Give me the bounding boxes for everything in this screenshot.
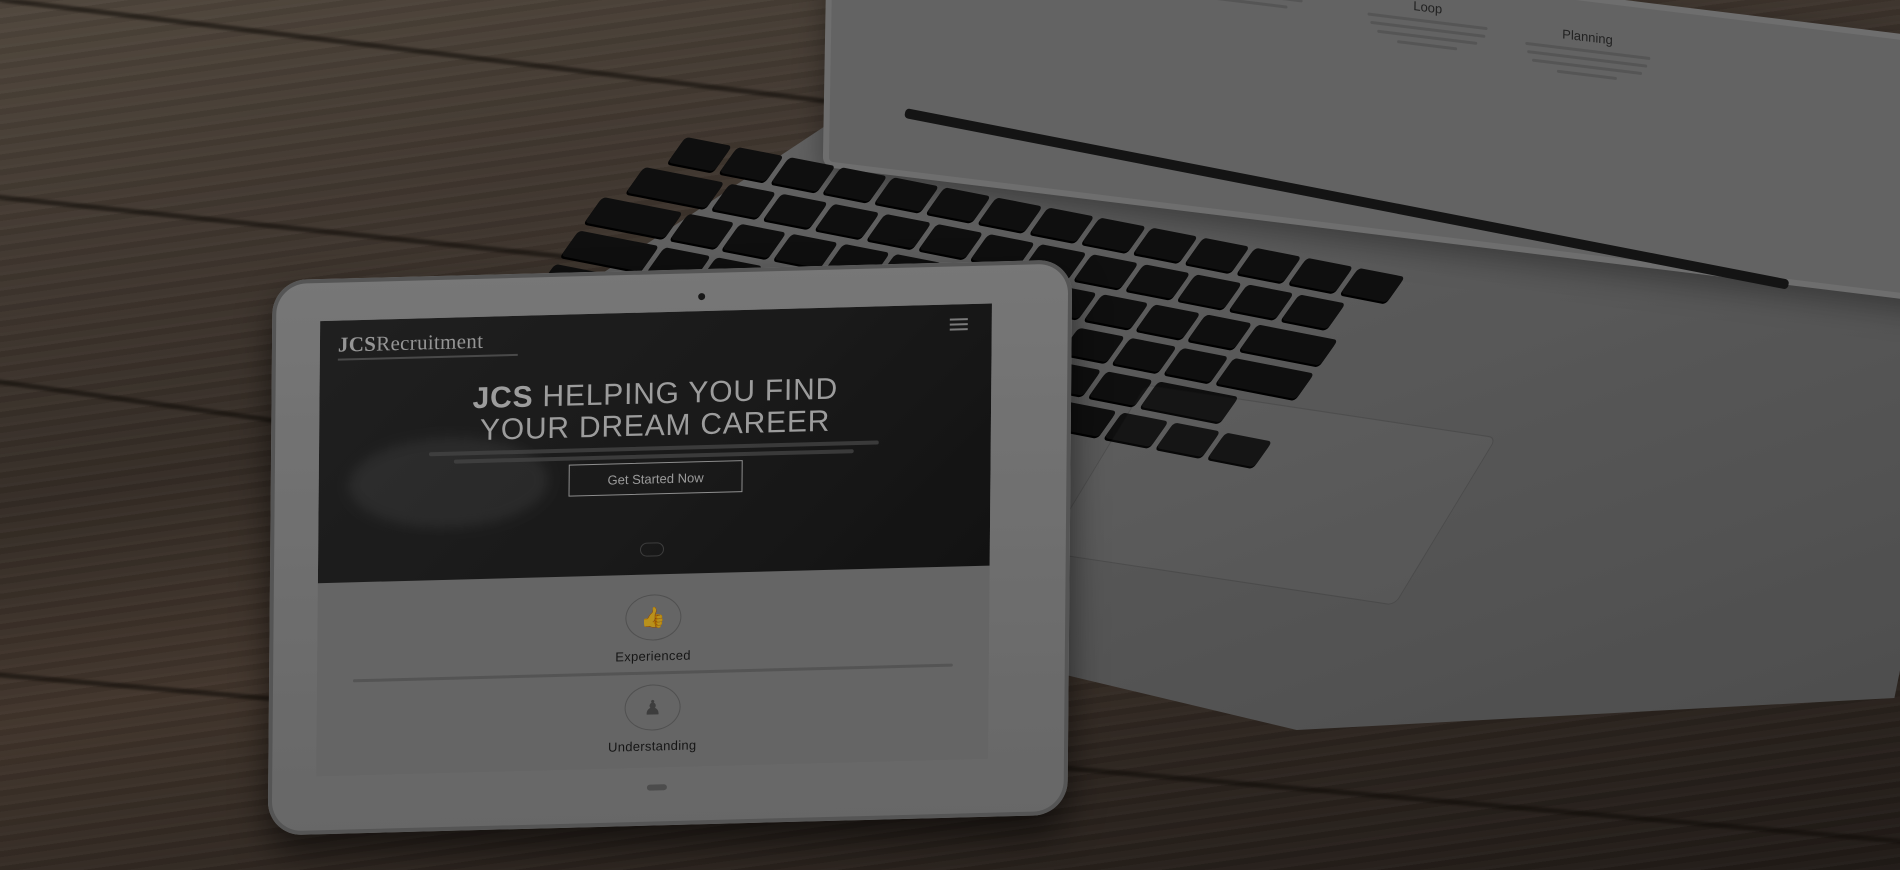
feature-understanding: ♟ Understanding bbox=[316, 676, 988, 763]
hero-title: JCS HELPING YOU FIND YOUR DREAM CAREER bbox=[319, 370, 991, 452]
get-started-button[interactable]: Get Started Now bbox=[568, 460, 743, 497]
tablet-device: JCSRecruitment JCS HELPING YOU FIND YOUR… bbox=[267, 259, 1073, 836]
keyboard-key bbox=[626, 166, 725, 209]
thumbs-up-icon: 👍 bbox=[625, 593, 682, 642]
hero-section: JCSRecruitment JCS HELPING YOU FIND YOUR… bbox=[317, 303, 992, 584]
tablet-screen: JCSRecruitment JCS HELPING YOU FIND YOUR… bbox=[316, 303, 992, 777]
keyboard-key bbox=[1281, 294, 1346, 330]
photo-scene: Loop Planning JCSRecruitment JCS HELPING… bbox=[0, 0, 1900, 870]
keyboard-key bbox=[1215, 357, 1315, 400]
hamburger-menu-icon[interactable] bbox=[949, 318, 968, 331]
feature-experienced: 👍 Experienced bbox=[317, 586, 989, 684]
laptop-screen-column: Planning bbox=[1512, 22, 1663, 90]
keyboard-key bbox=[1239, 324, 1338, 366]
tablet-home-button bbox=[646, 784, 667, 791]
tablet-camera bbox=[698, 292, 706, 301]
keyboard-key bbox=[560, 230, 660, 272]
feature-title: Understanding bbox=[607, 737, 697, 755]
laptop-screen-column bbox=[1172, 0, 1322, 18]
brand-logo[interactable]: JCSRecruitment bbox=[338, 329, 484, 358]
hero-title-brand: JCS bbox=[472, 380, 534, 416]
brand-logo-rest: Recruitment bbox=[376, 328, 484, 356]
brand-logo-strong: JCS bbox=[337, 331, 377, 357]
scroll-down-icon[interactable] bbox=[639, 542, 665, 557]
user-plus-icon: ♟ bbox=[624, 683, 681, 732]
laptop-screen-column: Loop bbox=[1352, 0, 1503, 61]
keyboard-key bbox=[584, 196, 683, 239]
laptop-column-title: Planning bbox=[1562, 26, 1613, 48]
